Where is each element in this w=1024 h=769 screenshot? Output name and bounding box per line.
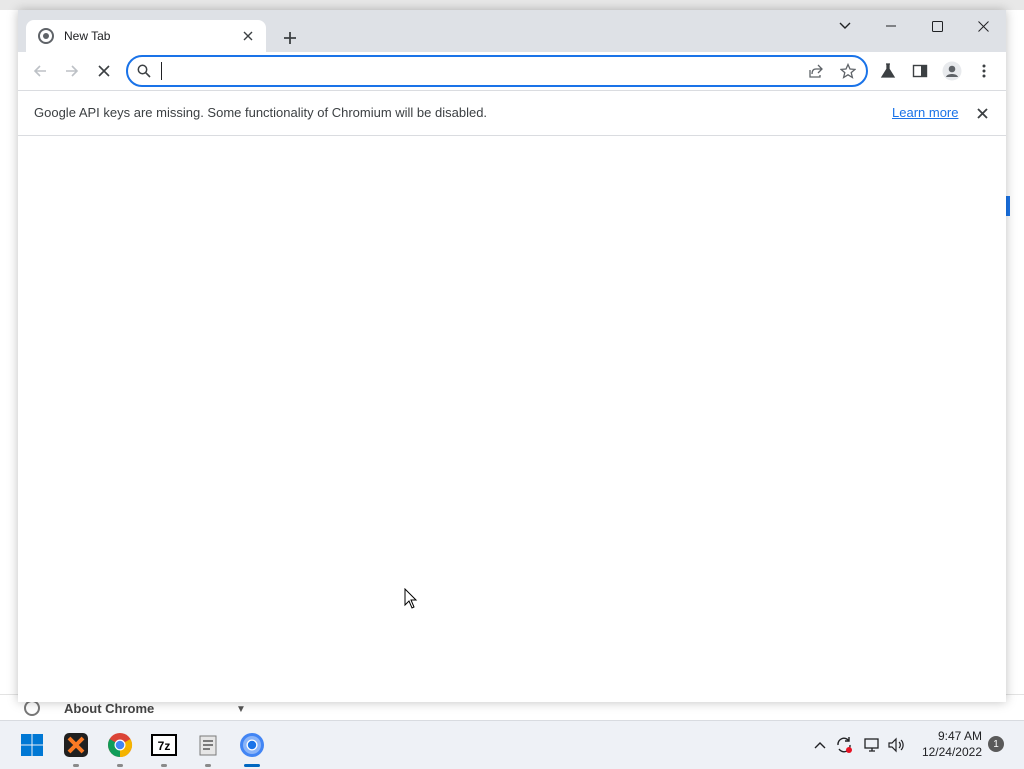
chevron-up-icon[interactable] bbox=[810, 735, 830, 755]
active-indicator bbox=[244, 764, 260, 767]
clock-date: 12/24/2022 bbox=[921, 745, 982, 759]
new-tab-button[interactable] bbox=[276, 24, 304, 52]
minimize-button[interactable] bbox=[868, 10, 914, 42]
background-scroll-accent bbox=[1006, 196, 1010, 216]
omnibox-input[interactable] bbox=[160, 61, 764, 83]
share-icon[interactable] bbox=[806, 61, 826, 81]
about-chrome-label[interactable]: About Chrome bbox=[64, 701, 154, 716]
start-icon[interactable] bbox=[16, 729, 48, 761]
taskbar-clock[interactable]: 9:47 AM 12/24/2022 bbox=[912, 728, 982, 760]
api-keys-infobar: Google API keys are missing. Some functi… bbox=[18, 90, 1006, 136]
browser-toolbar bbox=[18, 52, 1006, 90]
maximize-button[interactable] bbox=[914, 10, 960, 42]
notification-badge[interactable]: 1 bbox=[988, 736, 1004, 752]
text-caret bbox=[161, 62, 162, 80]
clock-time: 9:47 AM bbox=[937, 729, 982, 743]
browser-window: New Tab Google API keys are missing. Som… bbox=[18, 10, 1006, 702]
taskbar: 7z 9:47 AM 12/24/2022 1 bbox=[0, 720, 1024, 769]
learn-more-link[interactable]: Learn more bbox=[892, 105, 958, 120]
about-chrome-icon bbox=[24, 700, 40, 716]
7zip-label: 7z bbox=[158, 739, 171, 753]
running-indicator bbox=[161, 764, 167, 767]
tab-strip: New Tab bbox=[18, 10, 1006, 52]
files-icon[interactable] bbox=[192, 729, 224, 767]
labs-flask-icon[interactable] bbox=[874, 57, 902, 85]
chromium-favicon-icon bbox=[38, 28, 54, 44]
chrome-icon[interactable] bbox=[104, 729, 136, 767]
tab-search-chevron-icon[interactable] bbox=[822, 10, 868, 42]
tab-new-tab[interactable]: New Tab bbox=[26, 20, 266, 52]
infobar-message: Google API keys are missing. Some functi… bbox=[34, 105, 488, 120]
sync-icon[interactable] bbox=[834, 735, 854, 755]
background-tab-strip bbox=[0, 0, 1024, 10]
network-icon[interactable] bbox=[862, 735, 882, 755]
7zip-icon[interactable]: 7z bbox=[148, 729, 180, 767]
back-arrow-icon[interactable] bbox=[26, 57, 54, 85]
page-content[interactable] bbox=[18, 136, 1006, 702]
tab-close-icon[interactable] bbox=[236, 24, 260, 48]
forward-arrow-icon[interactable] bbox=[58, 57, 86, 85]
bookmark-star-icon[interactable] bbox=[838, 61, 858, 81]
profile-avatar-icon[interactable] bbox=[938, 57, 966, 85]
window-close-button[interactable] bbox=[960, 10, 1006, 42]
chevron-down-icon[interactable]: ▼ bbox=[236, 704, 246, 715]
running-indicator bbox=[205, 764, 211, 767]
stop-loading-icon[interactable] bbox=[90, 57, 118, 85]
xampp-icon[interactable] bbox=[60, 729, 92, 767]
tab-title: New Tab bbox=[64, 29, 111, 43]
running-indicator bbox=[73, 764, 79, 767]
more-menu-icon[interactable] bbox=[970, 57, 998, 85]
running-indicator bbox=[117, 764, 123, 767]
search-icon bbox=[134, 61, 154, 81]
volume-icon[interactable] bbox=[886, 735, 906, 755]
side-panel-icon[interactable] bbox=[906, 57, 934, 85]
chromium-icon[interactable] bbox=[236, 729, 268, 767]
infobar-close-icon[interactable] bbox=[972, 103, 992, 123]
omnibox[interactable] bbox=[126, 55, 868, 87]
mouse-cursor-icon bbox=[404, 587, 418, 615]
